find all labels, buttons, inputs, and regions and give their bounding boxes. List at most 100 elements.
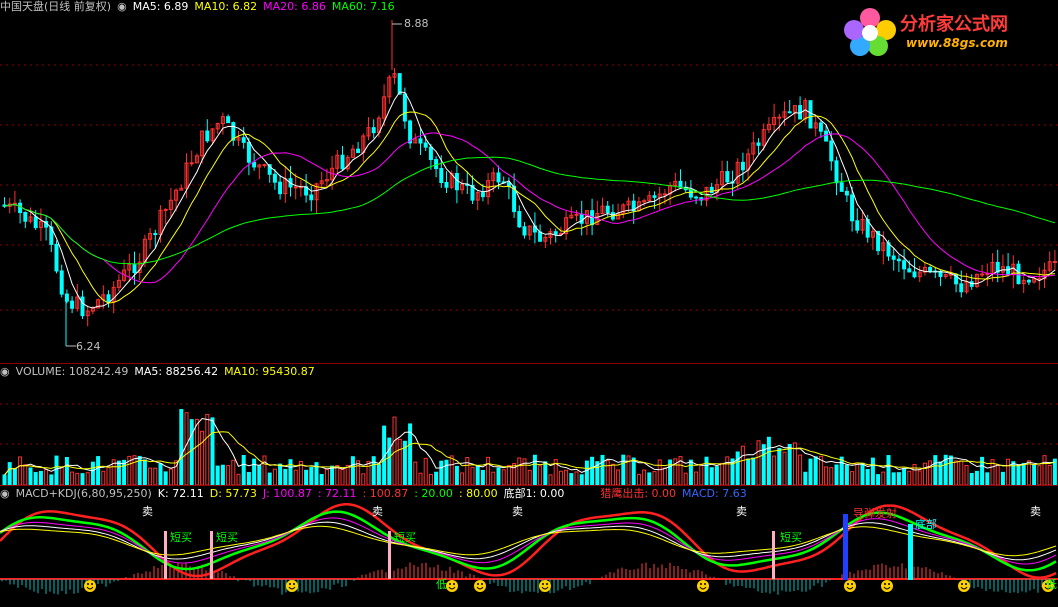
volume-bar <box>345 464 350 485</box>
volume-bar <box>387 437 392 485</box>
volume-bar <box>896 472 901 485</box>
candle-body <box>1052 261 1057 264</box>
volume-bar <box>423 457 428 485</box>
volume-bar <box>418 472 423 485</box>
buy-signal-bar <box>164 531 167 579</box>
volume-bar <box>865 469 870 485</box>
watermark-url: www.88gs.com <box>906 36 1008 50</box>
tag-sell: 卖 <box>142 505 153 518</box>
flower-logo-icon <box>844 8 896 56</box>
buy-signal-bar <box>210 531 213 579</box>
candle-body <box>844 190 849 196</box>
volume-bar <box>413 461 418 485</box>
price-panel[interactable]: 中国天盘(日线 前复权) ◉ MA5: 6.89 MA10: 6.82 MA20… <box>0 0 1058 363</box>
volume-bar <box>725 456 730 485</box>
volume-bar <box>449 455 454 485</box>
candle-body <box>444 182 449 188</box>
tag-short-buy: 短买 <box>394 531 416 544</box>
macd-kdj-chart[interactable] <box>0 486 1058 607</box>
volume-bar <box>309 467 314 485</box>
volume-bar <box>616 469 621 485</box>
smiley-icon <box>539 580 551 592</box>
volume-bar <box>44 469 49 485</box>
volume-bar <box>907 470 912 485</box>
volume-bar <box>205 413 210 485</box>
volume-bar <box>527 469 532 485</box>
candle-body <box>1026 279 1031 283</box>
ma10-line <box>4 111 1055 304</box>
volume-bar <box>376 464 381 485</box>
indicator-panel[interactable]: ◉ MACD+KDJ(6,80,95,250) K: 72.11 D: 57.7… <box>0 486 1058 607</box>
volume-bar <box>148 467 153 485</box>
volume-bar <box>699 463 704 485</box>
candle-body <box>340 154 345 170</box>
volume-bar <box>558 470 563 485</box>
volume-bar <box>829 467 834 485</box>
volume-bar <box>454 465 459 485</box>
smiley-icon <box>958 580 970 592</box>
candle-body <box>756 142 761 146</box>
buy-signal-bar <box>772 531 775 579</box>
candle-body <box>423 142 428 148</box>
candle-body <box>163 208 168 211</box>
volume-bar <box>709 467 714 485</box>
candle-body <box>80 296 85 317</box>
volume-bar <box>252 458 257 485</box>
volume-panel[interactable]: ◉ VOLUME: 108242.49 MA5: 88256.42 MA10: … <box>0 364 1058 485</box>
volume-bar <box>798 454 803 485</box>
smiley-eye <box>961 583 963 585</box>
volume-bar <box>891 472 896 485</box>
volume-bar <box>574 471 579 485</box>
volume-bar <box>860 462 865 485</box>
volume-bar <box>803 471 808 485</box>
candle-body <box>454 173 459 191</box>
volume-bar <box>18 456 23 485</box>
buy-signal-bar <box>388 531 391 579</box>
volume-bar <box>839 456 844 485</box>
volume-bar <box>262 455 267 485</box>
smiley-eye <box>449 583 451 585</box>
volume-bar <box>491 471 496 485</box>
smiley-icon <box>84 580 96 592</box>
volume-bar <box>850 471 855 485</box>
volume-bar <box>319 473 324 485</box>
tag-bottom: 底部 <box>915 518 937 531</box>
volume-chart[interactable] <box>0 364 1058 485</box>
volume-bar <box>75 472 80 485</box>
volume-bar <box>714 466 719 485</box>
volume-bar <box>1000 471 1005 485</box>
tag-sell: 卖 <box>736 505 747 518</box>
volume-bar <box>246 472 251 485</box>
tag-sell: 卖 <box>512 505 523 518</box>
volume-bar <box>304 469 309 485</box>
candle-body <box>959 283 964 293</box>
smiley-eye <box>884 583 886 585</box>
candle-body <box>278 181 283 195</box>
volume-bar <box>28 467 33 485</box>
volume-bar <box>647 472 652 485</box>
candle-body <box>907 268 912 273</box>
volume-bar <box>106 466 111 485</box>
volume-bar <box>70 471 75 485</box>
smiley-icon <box>881 580 893 592</box>
candle-body <box>855 220 860 231</box>
volume-bar <box>995 464 1000 485</box>
volume-bar <box>948 455 953 485</box>
volume-bar <box>902 468 907 485</box>
volume-bar <box>96 456 101 485</box>
volume-bar <box>168 468 173 485</box>
volume-bar <box>324 469 329 485</box>
candle-body <box>402 93 407 122</box>
volume-bar <box>928 460 933 485</box>
smiley-eye <box>700 583 702 585</box>
volume-bar <box>283 468 288 485</box>
volume-bar <box>272 468 277 485</box>
smiley-eye <box>289 583 291 585</box>
volume-bar <box>194 418 199 485</box>
volume-bar <box>132 455 137 485</box>
volume-bar <box>735 451 740 485</box>
candle-body <box>1016 263 1021 285</box>
candle-body <box>824 130 829 142</box>
candle-body <box>33 216 38 229</box>
volume-bar <box>922 462 927 485</box>
